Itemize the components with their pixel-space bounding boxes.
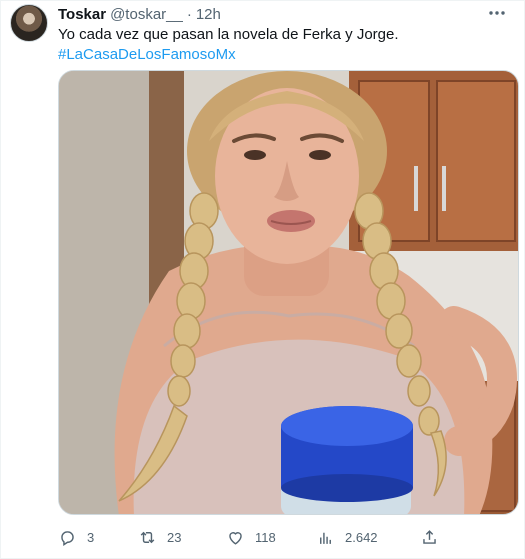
heart-icon <box>229 531 242 545</box>
tweet-actions: 3 23 118 2.642 <box>58 525 519 549</box>
more-options-button[interactable] <box>486 5 508 21</box>
separator-dot: · <box>186 5 192 23</box>
like-button[interactable]: 118 <box>226 525 276 549</box>
tweet-text: Yo cada vez que pasan la novela de Ferka… <box>58 26 399 43</box>
tweet-photo[interactable] <box>58 70 519 515</box>
timestamp[interactable]: 12h <box>196 6 221 23</box>
views-count: 2.642 <box>345 529 378 545</box>
reply-bubble-icon <box>61 530 74 546</box>
avatar[interactable] <box>10 4 48 42</box>
retweet-button[interactable]: 23 <box>138 525 181 549</box>
tweet-header: Toskar @toskar__ · 12h <box>58 5 221 23</box>
reply-button[interactable]: 3 <box>58 525 94 549</box>
share-upload-icon <box>423 529 436 544</box>
like-count: 118 <box>255 529 276 545</box>
retweet-count: 23 <box>167 529 182 545</box>
retweet-icon <box>140 531 155 543</box>
views-button[interactable]: 2.642 <box>316 525 378 549</box>
reply-count: 3 <box>87 529 95 545</box>
share-button[interactable] <box>420 525 439 549</box>
author-name[interactable]: Toskar <box>58 6 106 23</box>
tweet-card[interactable]: Toskar @toskar__ · 12h Yo cada vez que p… <box>0 0 525 559</box>
more-horizontal-icon <box>489 11 505 15</box>
views-bar-chart-icon <box>320 532 331 544</box>
hashtag-link[interactable]: #LaCasaDeLosFamosoMx <box>58 45 236 65</box>
photo-illustration <box>59 71 518 514</box>
author-handle[interactable]: @toskar__ <box>110 6 183 23</box>
